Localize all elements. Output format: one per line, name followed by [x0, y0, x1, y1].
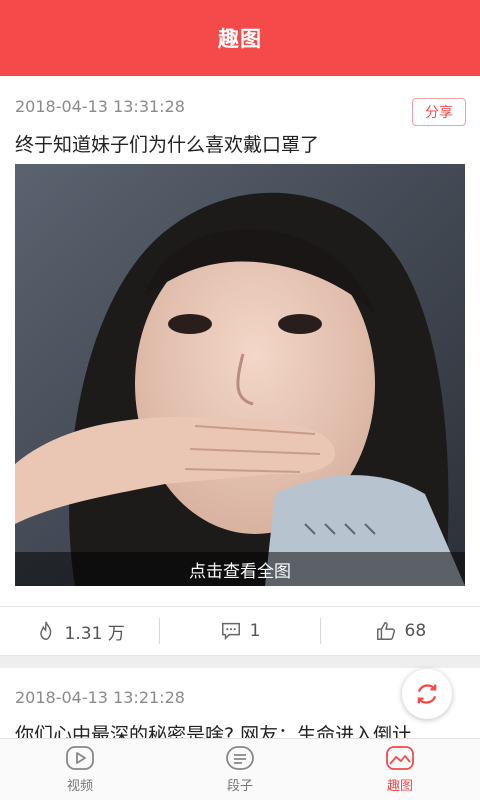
post-actions-bar: 1.31 万 1 68: [0, 606, 480, 656]
like-count: 1.31 万: [64, 623, 125, 644]
image-icon: [386, 746, 414, 770]
tab-jokes[interactable]: 段子: [160, 739, 320, 800]
comment-count: 1: [249, 621, 261, 641]
text-lines-icon: [226, 746, 254, 770]
tab-video-label: 视频: [66, 779, 93, 794]
share-button[interactable]: 分享: [412, 98, 466, 126]
post-title[interactable]: 终于知道妹子们为什么喜欢戴口罩了: [15, 130, 465, 157]
card-separator: [0, 656, 480, 668]
view-full-image-button[interactable]: 点击查看全图: [15, 552, 465, 586]
thumbs-up-count: 68: [404, 621, 427, 641]
thumbs-up-button[interactable]: 68: [321, 607, 480, 655]
play-icon: [66, 746, 94, 770]
refresh-button[interactable]: [398, 668, 456, 720]
page-title: 趣图: [218, 27, 262, 51]
tab-video[interactable]: 视频: [0, 739, 160, 800]
thumbs-up-icon: [376, 622, 395, 640]
post-card[interactable]: 2018-04-13 13:31:28 分享 终于知道妹子们为什么喜欢戴口罩了: [0, 76, 480, 656]
tab-funny-pics[interactable]: 趣图: [320, 739, 480, 800]
tab-jokes-label: 段子: [226, 779, 253, 794]
app-header: 趣图: [0, 0, 480, 76]
post-image[interactable]: 点击查看全图: [15, 164, 465, 586]
post-timestamp: 2018-04-13 13:31:28: [15, 97, 185, 116]
like-button[interactable]: 1.31 万: [0, 607, 159, 655]
refresh-button-ring: [402, 669, 452, 719]
post-timestamp: 2018-04-13 13:21:28: [15, 688, 185, 707]
fire-icon: [39, 621, 51, 640]
refresh-icon: [417, 684, 437, 704]
bottom-tab-bar: 视频 段子 趣图: [0, 738, 480, 800]
comment-button[interactable]: 1: [160, 607, 319, 655]
post-meta: 2018-04-13 13:31:28: [15, 97, 465, 121]
comment-icon: [221, 622, 240, 641]
photo-illustration: [15, 164, 465, 586]
tab-funny-pics-label: 趣图: [386, 779, 413, 794]
